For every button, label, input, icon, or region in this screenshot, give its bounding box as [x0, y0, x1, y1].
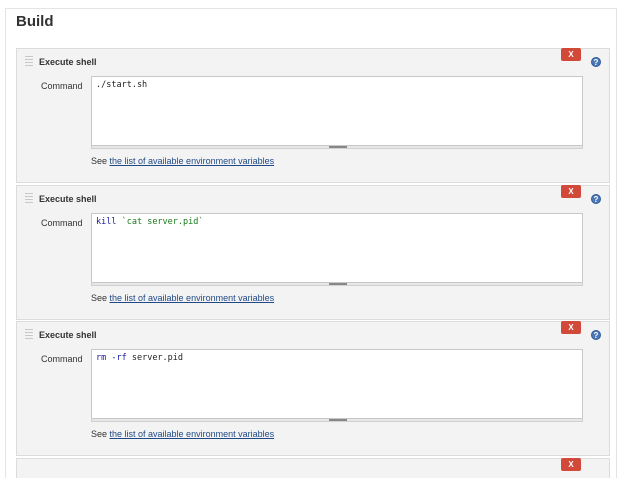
resize-grip-icon — [329, 283, 347, 285]
execute-shell-builder: Execute shell X ? Command rm -rf server.… — [16, 321, 610, 456]
env-vars-note: See the list of available environment va… — [91, 156, 274, 166]
command-string: `cat server.pid` — [121, 217, 204, 227]
env-vars-prefix: See — [91, 429, 110, 439]
env-vars-note: See the list of available environment va… — [91, 429, 274, 439]
command-textarea[interactable]: ./start.sh — [91, 76, 583, 146]
env-vars-link[interactable]: the list of available environment variab… — [110, 429, 275, 439]
help-icon[interactable]: ? — [591, 57, 601, 67]
drag-handle-icon[interactable] — [25, 56, 33, 68]
textarea-resize-handle[interactable] — [91, 283, 583, 286]
command-keyword: rm -rf — [96, 353, 127, 363]
command-keyword: kill — [96, 217, 117, 227]
drag-handle-icon[interactable] — [25, 193, 33, 205]
build-section-top-border — [5, 8, 617, 9]
delete-builder-button[interactable]: X — [561, 185, 581, 198]
execute-shell-builder: Execute shell X ? Command kill `cat serv… — [16, 185, 610, 320]
command-rest: server.pid — [131, 353, 184, 363]
env-vars-link[interactable]: the list of available environment variab… — [110, 156, 275, 166]
command-textarea[interactable]: kill `cat server.pid` — [91, 213, 583, 283]
command-label: Command — [41, 218, 83, 228]
command-label: Command — [41, 354, 83, 364]
command-textarea[interactable]: rm -rf server.pid — [91, 349, 583, 419]
env-vars-prefix: See — [91, 293, 110, 303]
resize-grip-icon — [329, 146, 347, 148]
textarea-resize-handle[interactable] — [91, 419, 583, 422]
build-section-right-border — [616, 8, 617, 478]
delete-builder-button[interactable]: X — [561, 321, 581, 334]
delete-builder-button[interactable]: X — [561, 458, 581, 471]
env-vars-link[interactable]: the list of available environment variab… — [110, 293, 275, 303]
execute-shell-builder: X — [16, 458, 610, 478]
build-section-left-border — [5, 8, 6, 478]
env-vars-prefix: See — [91, 156, 110, 166]
help-icon[interactable]: ? — [591, 194, 601, 204]
textarea-resize-handle[interactable] — [91, 146, 583, 149]
command-label: Command — [41, 81, 83, 91]
help-icon[interactable]: ? — [591, 330, 601, 340]
drag-handle-icon[interactable] — [25, 329, 33, 341]
builder-title: Execute shell — [39, 57, 97, 67]
command-text: ./start.sh — [96, 80, 148, 90]
env-vars-note: See the list of available environment va… — [91, 293, 274, 303]
resize-grip-icon — [329, 419, 347, 421]
delete-builder-button[interactable]: X — [561, 48, 581, 61]
builder-title: Execute shell — [39, 330, 97, 340]
section-title: Build — [16, 13, 54, 30]
builder-title: Execute shell — [39, 194, 97, 204]
execute-shell-builder: Execute shell X ? Command ./start.sh See… — [16, 48, 610, 183]
